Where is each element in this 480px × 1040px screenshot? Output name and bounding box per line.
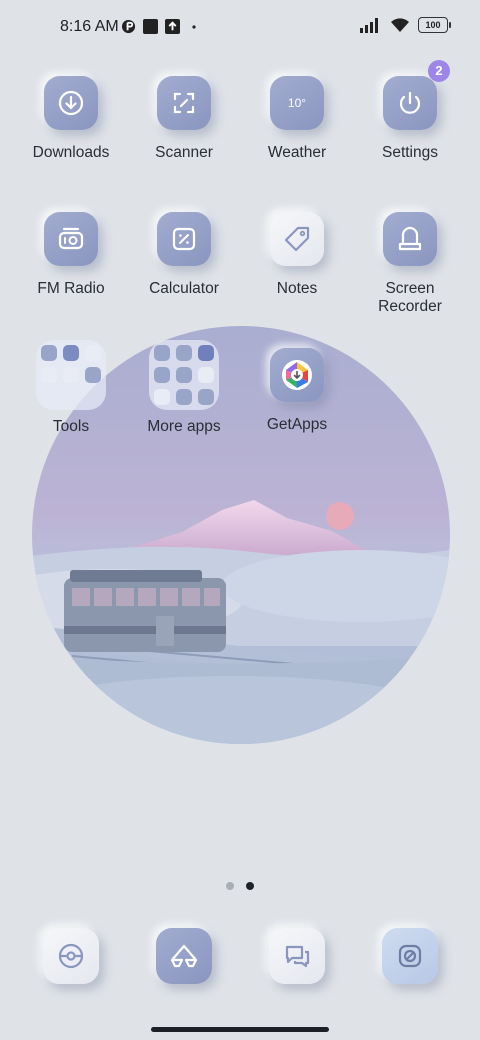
folder-mini-icon <box>176 389 192 405</box>
camera-icon <box>398 944 422 968</box>
dock-app-2-icon[interactable] <box>156 928 212 984</box>
radio-icon <box>58 227 84 250</box>
folder-mini-icon <box>85 367 101 383</box>
weather-icon-text: 10° <box>287 96 307 110</box>
app-label-scanner: Scanner <box>155 144 213 161</box>
folder-mini-icon <box>63 345 79 361</box>
home-indicator[interactable] <box>151 1027 329 1032</box>
dock-app-3[interactable] <box>269 928 325 984</box>
folder-mini-icon <box>154 389 170 405</box>
app-getapps[interactable]: GetApps <box>241 348 353 434</box>
app-label-more-apps: More apps <box>147 418 221 435</box>
app-label-fm-radio: FM Radio <box>37 280 105 297</box>
folder-mini-icon <box>176 345 192 361</box>
app-label-getapps: GetApps <box>266 416 328 433</box>
download-icon <box>58 90 84 116</box>
folder-mini-icon <box>176 367 192 383</box>
dock-app-2[interactable] <box>156 928 212 984</box>
dock-app-4[interactable] <box>382 928 438 984</box>
messages-icon <box>285 945 310 968</box>
status-right: 100 <box>360 17 451 33</box>
app-label-notes: Notes <box>276 280 318 297</box>
folder-mini-icon <box>63 367 79 383</box>
dock-app-3-icon[interactable] <box>269 928 325 984</box>
app-label-downloads: Downloads <box>32 144 110 161</box>
upload-notification-icon <box>165 19 180 34</box>
signal-icon <box>360 18 378 33</box>
folder-mini-icon <box>85 345 101 361</box>
scan-icon <box>173 92 195 114</box>
tag-icon <box>284 226 310 252</box>
folder-mini-icon <box>154 367 170 383</box>
app-scanner[interactable]: Scanner <box>128 76 240 162</box>
dock-app-4-icon[interactable] <box>382 928 438 984</box>
fm-radio-app-icon[interactable] <box>44 212 98 266</box>
app-fm-radio[interactable]: FM Radio <box>15 212 127 298</box>
notification-square-icon <box>143 19 158 34</box>
page-indicator <box>0 877 480 895</box>
screen-recorder-app-icon[interactable] <box>383 212 437 266</box>
browser-icon <box>170 944 198 968</box>
app-label-screen-recorder: Screen Recorder <box>378 280 442 315</box>
app-downloads[interactable]: Downloads <box>15 76 127 162</box>
wifi-icon <box>391 18 409 32</box>
app-settings[interactable]: 2 Settings <box>354 60 466 162</box>
compass-icon <box>58 943 84 969</box>
tools-folder-icon[interactable] <box>36 340 106 410</box>
folder-mini-icon <box>41 367 57 383</box>
calculator-icon <box>172 227 196 251</box>
app-screen-recorder[interactable]: Screen Recorder <box>354 212 466 316</box>
folder-mini-icon <box>41 345 57 361</box>
app-label-calculator: Calculator <box>149 280 219 297</box>
folder-tools[interactable]: Tools <box>15 340 127 436</box>
downloads-app-icon[interactable] <box>44 76 98 130</box>
calculator-app-icon[interactable] <box>157 212 211 266</box>
page-dot-active[interactable] <box>246 882 255 890</box>
recorder-icon <box>398 226 422 251</box>
power-icon <box>399 91 421 114</box>
folder-mini-icon <box>198 389 214 405</box>
more-apps-folder-icon[interactable] <box>149 340 219 410</box>
app-calculator[interactable]: Calculator <box>128 212 240 298</box>
folder-more-apps[interactable]: More apps <box>128 340 240 436</box>
app-notification-icon <box>121 19 136 34</box>
folder-mini-icon <box>198 367 214 383</box>
app-label-settings: Settings <box>381 144 438 161</box>
app-notes[interactable]: Notes <box>241 212 353 298</box>
battery-icon: 100 <box>418 17 451 33</box>
getapps-app-icon[interactable] <box>270 348 324 402</box>
dock-app-1[interactable] <box>43 928 99 984</box>
folder-mini-icon <box>198 345 214 361</box>
app-label-tools: Tools <box>52 418 90 435</box>
notification-badge: 2 <box>428 60 450 82</box>
getapps-icon <box>282 360 312 390</box>
settings-app-icon[interactable] <box>383 76 437 130</box>
app-label-weather: Weather <box>267 144 327 161</box>
status-time: 8:16 AM <box>60 18 119 35</box>
folder-mini-icon <box>154 345 170 361</box>
more-notifications-dot-icon <box>192 25 196 29</box>
status-bar: 8:16 AM 100 <box>0 0 480 56</box>
page-dot[interactable] <box>225 882 234 890</box>
weather-app-icon[interactable]: 10° <box>270 76 324 130</box>
scanner-app-icon[interactable] <box>157 76 211 130</box>
tram-shape <box>64 570 226 652</box>
notes-app-icon[interactable] <box>270 212 324 266</box>
dock-app-1-icon[interactable] <box>43 928 99 984</box>
app-weather[interactable]: 10° Weather <box>241 76 353 162</box>
